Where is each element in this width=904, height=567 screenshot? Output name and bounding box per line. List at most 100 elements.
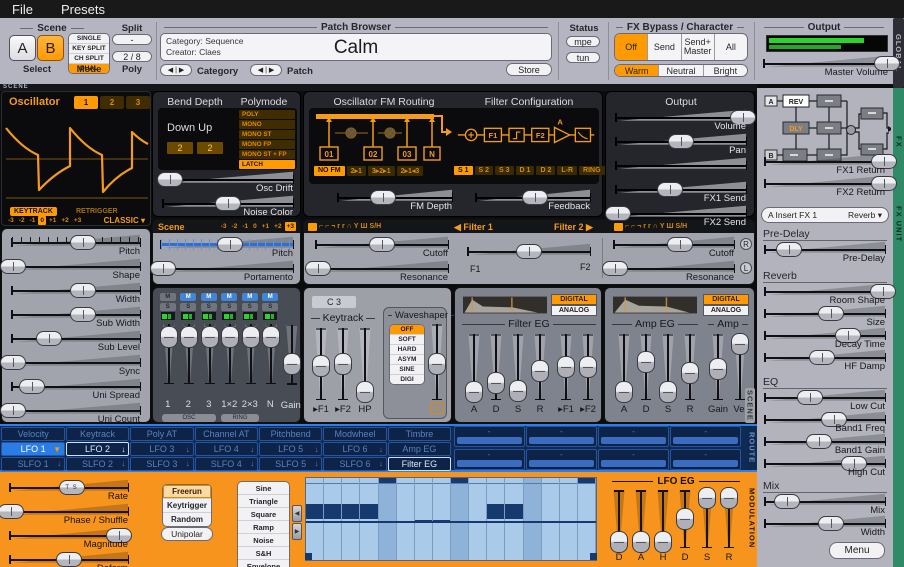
retrigger-toggle[interactable]: RETRIGGER bbox=[76, 208, 118, 215]
loop-start-marker[interactable] bbox=[305, 553, 312, 560]
slider-band1-gain[interactable]: Band1 Gain bbox=[761, 432, 889, 454]
slider-fx1-return[interactable]: FX1 Return bbox=[761, 152, 889, 174]
macro-slider[interactable] bbox=[457, 460, 522, 467]
vslider-x[interactable] bbox=[240, 322, 262, 398]
slider-osc-drift[interactable]: Osc Drift bbox=[159, 170, 297, 194]
vslider-x[interactable] bbox=[219, 322, 241, 398]
filter-type-hp12-icon[interactable]: r bbox=[643, 222, 646, 231]
mod-cell-filter-eg[interactable]: Filter EG bbox=[388, 457, 452, 471]
vslider-handle-gain[interactable] bbox=[709, 358, 727, 380]
filter-type-notch-icon[interactable]: Y bbox=[354, 222, 359, 231]
macro-slot[interactable]: - bbox=[454, 449, 525, 470]
vslider-handle-f2[interactable] bbox=[579, 356, 597, 378]
step-4[interactable] bbox=[360, 478, 377, 560]
filter-type-lp12-icon[interactable]: ⌐ bbox=[625, 222, 629, 231]
patch-name[interactable]: Calm bbox=[161, 37, 551, 59]
badge-l[interactable]: L bbox=[740, 262, 752, 274]
mod-cell-slfo-3[interactable]: SLFO 3↓ bbox=[130, 457, 194, 471]
slider-phase-shuffle[interactable]: Phase / Shuffle bbox=[6, 502, 132, 526]
slider-handle-pre-delay[interactable] bbox=[776, 242, 802, 257]
vslider-handle-d[interactable] bbox=[610, 531, 628, 553]
slider-handle-uni-count[interactable] bbox=[0, 403, 26, 418]
slider-cutoff[interactable]: Cutoff bbox=[312, 235, 452, 259]
slider-track[interactable] bbox=[12, 338, 140, 340]
vslider-f2[interactable]: ▸F2 bbox=[332, 326, 354, 414]
mod-arm-arrow[interactable]: ↓ bbox=[379, 459, 383, 468]
vslider-handle-vel[interactable] bbox=[731, 333, 749, 355]
mod-cell-slfo-5[interactable]: SLFO 5↓ bbox=[259, 457, 323, 471]
step-7[interactable] bbox=[415, 478, 432, 560]
slider-track[interactable] bbox=[316, 268, 448, 270]
solo-button-n[interactable]: S bbox=[262, 303, 278, 311]
macro-slot[interactable]: - bbox=[526, 426, 597, 447]
step-9[interactable] bbox=[451, 478, 468, 560]
slider-fm-depth[interactable]: FM Depth bbox=[334, 188, 456, 212]
vslider-f2[interactable]: ▸F2 bbox=[577, 332, 599, 414]
mod-cell-slfo-2[interactable]: SLFO 2↓ bbox=[66, 457, 130, 471]
slider-track[interactable] bbox=[765, 291, 885, 293]
solo-button-1[interactable]: S bbox=[160, 303, 176, 311]
mod-cell-lfo-4[interactable]: LFO 4↓ bbox=[195, 442, 259, 456]
option-1[interactable]: 1 bbox=[74, 96, 98, 109]
macro-slot[interactable]: - bbox=[670, 426, 741, 447]
tuning-button[interactable]: tun bbox=[566, 52, 600, 63]
vslider-handle-x[interactable] bbox=[262, 326, 280, 348]
vslider-gain[interactable]: Gain bbox=[707, 332, 729, 414]
option-digital[interactable]: DIGITAL bbox=[551, 294, 597, 305]
slider-handle-band1-gain[interactable] bbox=[806, 434, 832, 449]
slider-cutoff[interactable]: CutoffR bbox=[610, 235, 738, 259]
split-value[interactable]: - bbox=[112, 34, 152, 45]
slider-track[interactable] bbox=[12, 362, 140, 364]
slider-track[interactable] bbox=[765, 161, 885, 163]
option-2[interactable]: +2 bbox=[272, 222, 283, 231]
vslider-d[interactable]: D bbox=[674, 488, 696, 562]
poly-value[interactable]: 2 / 8 bbox=[112, 51, 152, 62]
slider-low-cut[interactable]: Low Cut bbox=[761, 388, 889, 410]
mod-cell-lfo-3[interactable]: LFO 3↓ bbox=[130, 442, 194, 456]
vslider-handle-f2[interactable] bbox=[334, 353, 352, 375]
mod-cell-pitchbend[interactable]: Pitchbend bbox=[259, 427, 323, 441]
option-square[interactable]: Square bbox=[238, 508, 289, 521]
macro-slot[interactable]: - bbox=[526, 449, 597, 470]
slider-feedback[interactable]: Feedback bbox=[472, 188, 594, 212]
slider-handle-cutoff[interactable] bbox=[369, 237, 395, 252]
option-3[interactable]: +3 bbox=[285, 222, 296, 231]
macro-slot[interactable]: - bbox=[598, 426, 669, 447]
vslider-f1[interactable]: ▸F1 bbox=[555, 332, 577, 414]
step-5[interactable] bbox=[379, 478, 396, 560]
option-2[interactable]: +2 bbox=[59, 216, 70, 225]
slider-handle-sub-level[interactable] bbox=[36, 331, 62, 346]
slider-handle-shape[interactable] bbox=[0, 259, 26, 274]
slider-width[interactable]: Width bbox=[8, 281, 144, 305]
macro-slider[interactable] bbox=[601, 437, 666, 444]
bend-down-value[interactable]: 2 bbox=[167, 142, 193, 154]
slider-handle-pan[interactable] bbox=[668, 134, 694, 149]
option-3[interactable]: 3 bbox=[126, 96, 150, 109]
filter-type-comb-icon[interactable]: Ш bbox=[666, 222, 673, 231]
slider-track[interactable] bbox=[765, 183, 885, 185]
vslider-handle-r[interactable] bbox=[531, 360, 549, 382]
vslider-r[interactable]: R bbox=[529, 332, 551, 414]
macro-slider[interactable] bbox=[529, 437, 594, 444]
slider-sync[interactable]: Sync bbox=[8, 353, 144, 377]
step-11[interactable] bbox=[487, 478, 504, 560]
slider-resonance[interactable]: Resonance bbox=[312, 259, 452, 283]
vslider-s[interactable]: S bbox=[657, 332, 679, 414]
slider-handle-deform[interactable] bbox=[56, 552, 82, 567]
option-no-fm[interactable]: NO FM bbox=[314, 166, 345, 176]
vslider-h[interactable]: H bbox=[652, 488, 674, 562]
mod-cell-modwheel[interactable]: Modwheel bbox=[323, 427, 387, 441]
slider-track[interactable] bbox=[12, 410, 140, 412]
vslider-d[interactable]: D bbox=[608, 488, 630, 562]
vslider-x[interactable] bbox=[260, 322, 282, 398]
vslider-x[interactable] bbox=[178, 322, 200, 398]
option-l-r[interactable]: L-R bbox=[557, 166, 577, 175]
step-shift-left-button[interactable]: ◀ bbox=[292, 505, 302, 522]
step-2[interactable] bbox=[324, 478, 341, 560]
option-1[interactable]: +1 bbox=[260, 222, 271, 231]
option-sine[interactable]: Sine bbox=[238, 482, 289, 495]
option-bright[interactable]: Bright bbox=[704, 65, 747, 76]
slider-width[interactable]: Width bbox=[761, 514, 889, 536]
menu-button[interactable]: Menu bbox=[829, 542, 885, 559]
solo-button-3[interactable]: S bbox=[201, 303, 217, 311]
